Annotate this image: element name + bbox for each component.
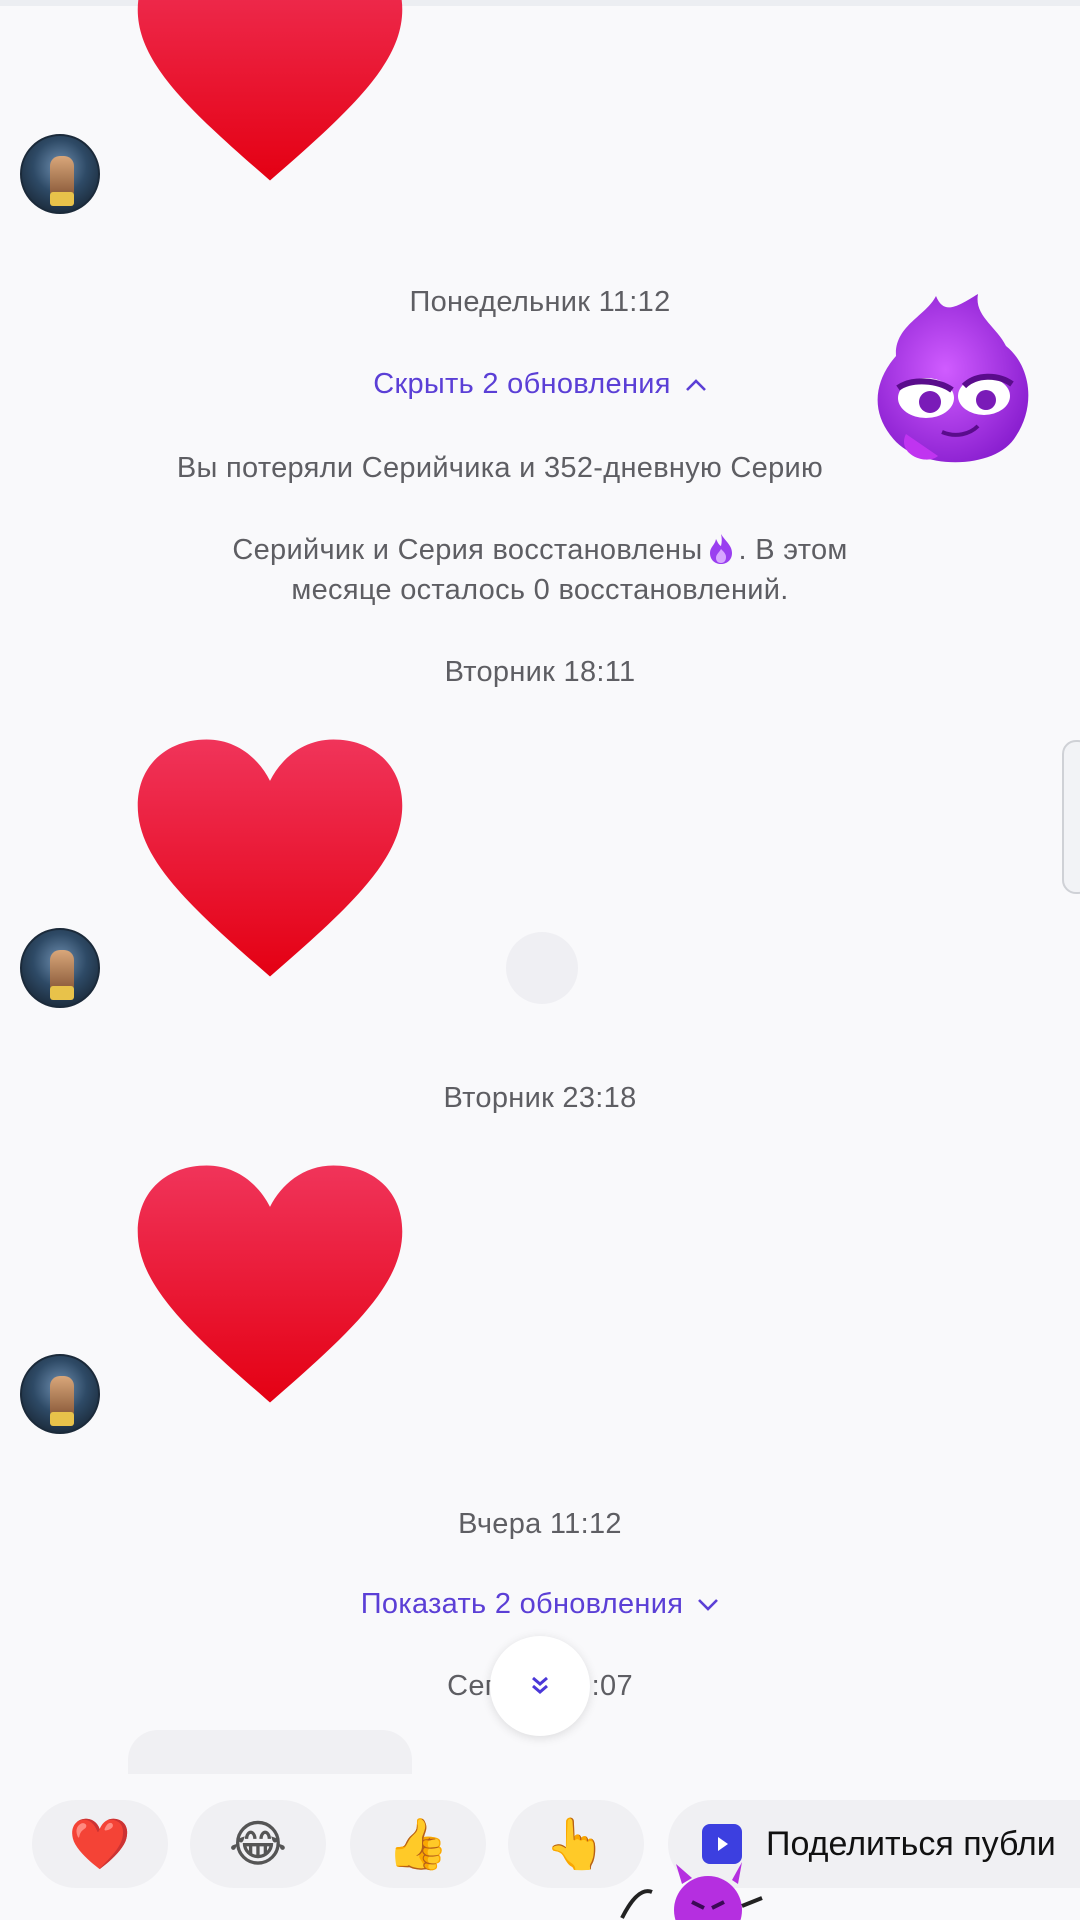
share-label: Поделиться публи [766,1824,1056,1863]
thumbs-up-icon: 👍 [386,1814,450,1873]
mascot-icon [866,286,1042,476]
quick-reactions-bar: ❤️ 😂 👍 👆 Поделиться публи [0,1796,1080,1892]
laugh-icon: 😂 [228,1815,288,1873]
heart-message[interactable] [132,734,408,982]
show-updates-label: Показать 2 обновления [360,1588,684,1620]
reaction-laugh-button[interactable]: 😂 [190,1800,326,1888]
timestamp: Вторник 18:11 [444,656,636,688]
heart-icon: ❤️ [68,1814,132,1873]
timestamp-today-left: Сег [447,1670,496,1702]
timestamp-today-right: :07 [591,1670,633,1702]
chevron-up-icon [685,371,707,399]
reaction-thumbs-up-button[interactable]: 👍 [350,1800,486,1888]
avatar[interactable] [20,1354,100,1434]
scroll-to-bottom-button[interactable] [490,1636,590,1736]
side-panel-handle[interactable] [1062,740,1080,894]
double-chevron-down-icon [532,1676,548,1694]
chevron-down-icon [697,1591,719,1619]
heart-icon [137,0,403,181]
show-updates-link[interactable]: Показать 2 обновления [0,1588,1080,1621]
message-bubble-partial [128,1730,412,1774]
restored-text: Серийчик и Серия восстановлены . В этом … [0,530,1080,610]
heart-icon [137,739,403,977]
fire-icon [707,533,735,565]
avatar[interactable] [20,134,100,214]
heart-message[interactable] [132,1160,408,1408]
restored-text-part1: Серийчик и Серия восстановлены [232,534,703,566]
reaction-heart-button[interactable]: ❤️ [32,1800,168,1888]
devil-icon [612,1858,772,1920]
heart-message[interactable] [132,0,408,186]
avatar[interactable] [20,928,100,1008]
heart-icon [137,1165,403,1403]
watermark [506,932,578,1004]
restored-text-part2: . В этом [738,534,848,566]
hide-updates-label: Скрыть 2 обновления [373,368,671,400]
timestamp: Вторник 23:18 [443,1082,637,1114]
timestamp: Вчера 11:12 [458,1508,622,1540]
restored-text-line2: месяце осталось 0 восстановлений. [291,574,789,606]
point-icon: 👆 [544,1814,608,1873]
